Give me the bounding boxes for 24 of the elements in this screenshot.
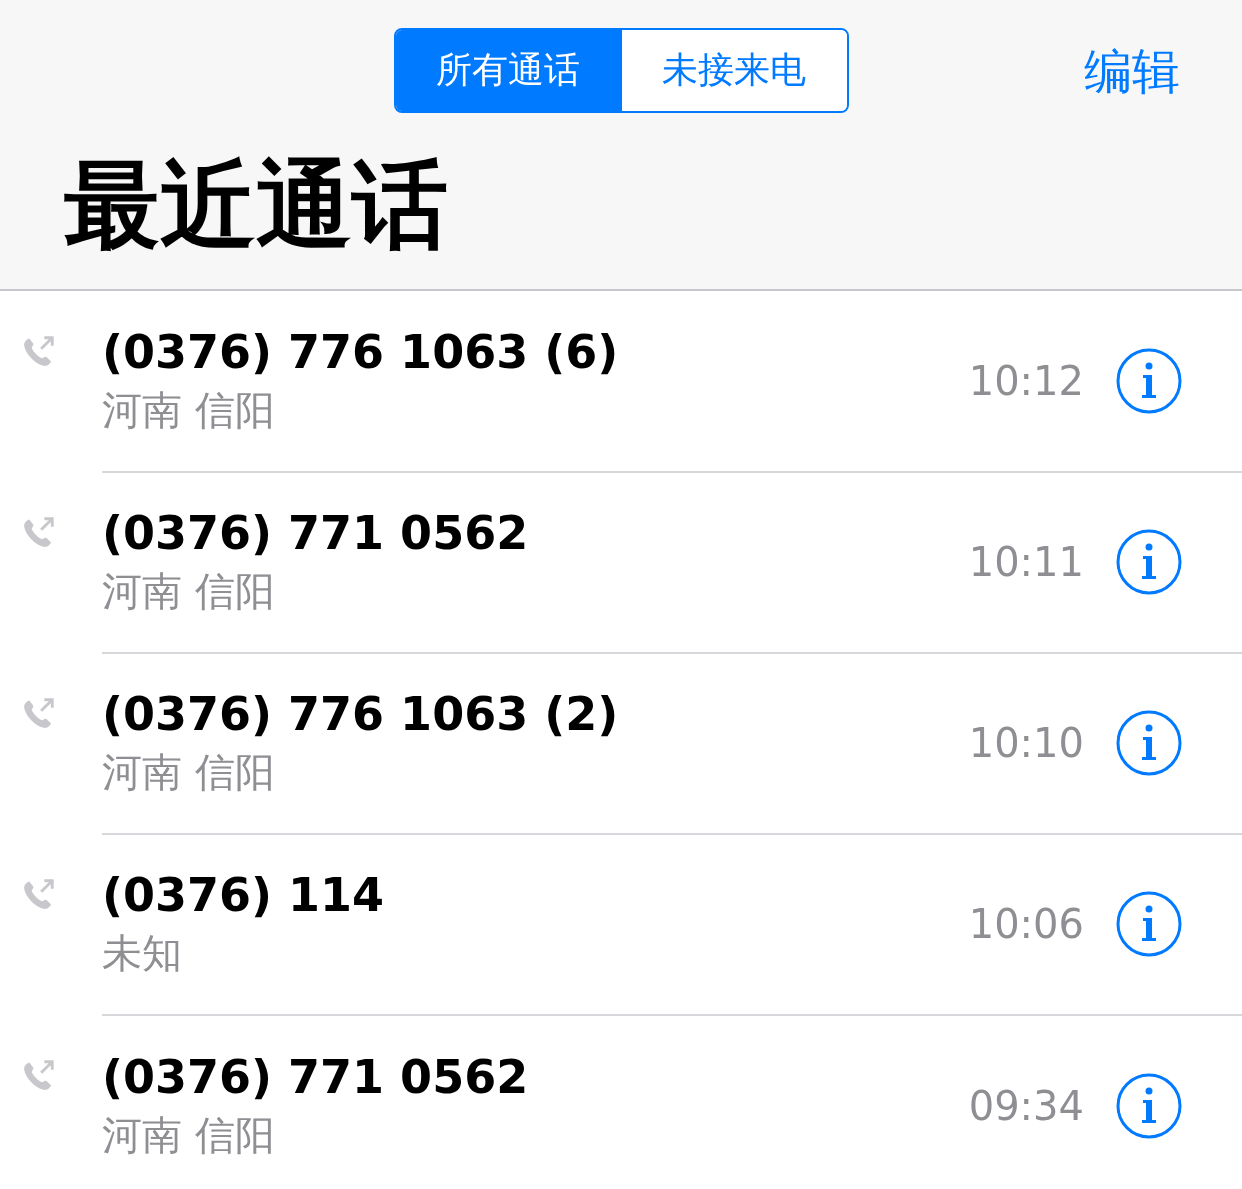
phone-number: (0376) 776 1063 (2) bbox=[102, 685, 620, 743]
call-time: 10:06 bbox=[968, 900, 1084, 947]
phone-number: (0376) 776 1063 (6) bbox=[102, 323, 620, 381]
segment-tab[interactable]: 所有通话 bbox=[395, 30, 620, 111]
edit-button[interactable]: 编辑 bbox=[1084, 40, 1180, 104]
phone-number: (0376) 771 0562 bbox=[102, 1048, 530, 1106]
call-location: 河南 信阳 bbox=[102, 567, 276, 617]
call-time: 10:12 bbox=[968, 357, 1084, 404]
info-icon[interactable] bbox=[1116, 528, 1182, 595]
call-location: 河南 信阳 bbox=[102, 748, 276, 798]
segment-tab[interactable]: 未接来电 bbox=[620, 30, 847, 111]
call-location: 河南 信阳 bbox=[102, 386, 276, 436]
call-location: 河南 信阳 bbox=[102, 1111, 276, 1161]
call-time: 10:11 bbox=[968, 538, 1084, 585]
phone-number: (0376) 771 0562 bbox=[102, 504, 530, 562]
call-time: 10:10 bbox=[968, 719, 1084, 766]
page-title: 最近通话 bbox=[64, 153, 449, 259]
phone-number: (0376) 114 bbox=[102, 866, 386, 924]
info-icon[interactable] bbox=[1116, 347, 1182, 414]
call-time: 09:34 bbox=[968, 1082, 1084, 1129]
info-icon[interactable] bbox=[1116, 1072, 1182, 1139]
info-icon[interactable] bbox=[1116, 890, 1182, 957]
info-icon[interactable] bbox=[1116, 709, 1182, 776]
call-location: 未知 bbox=[102, 929, 183, 979]
